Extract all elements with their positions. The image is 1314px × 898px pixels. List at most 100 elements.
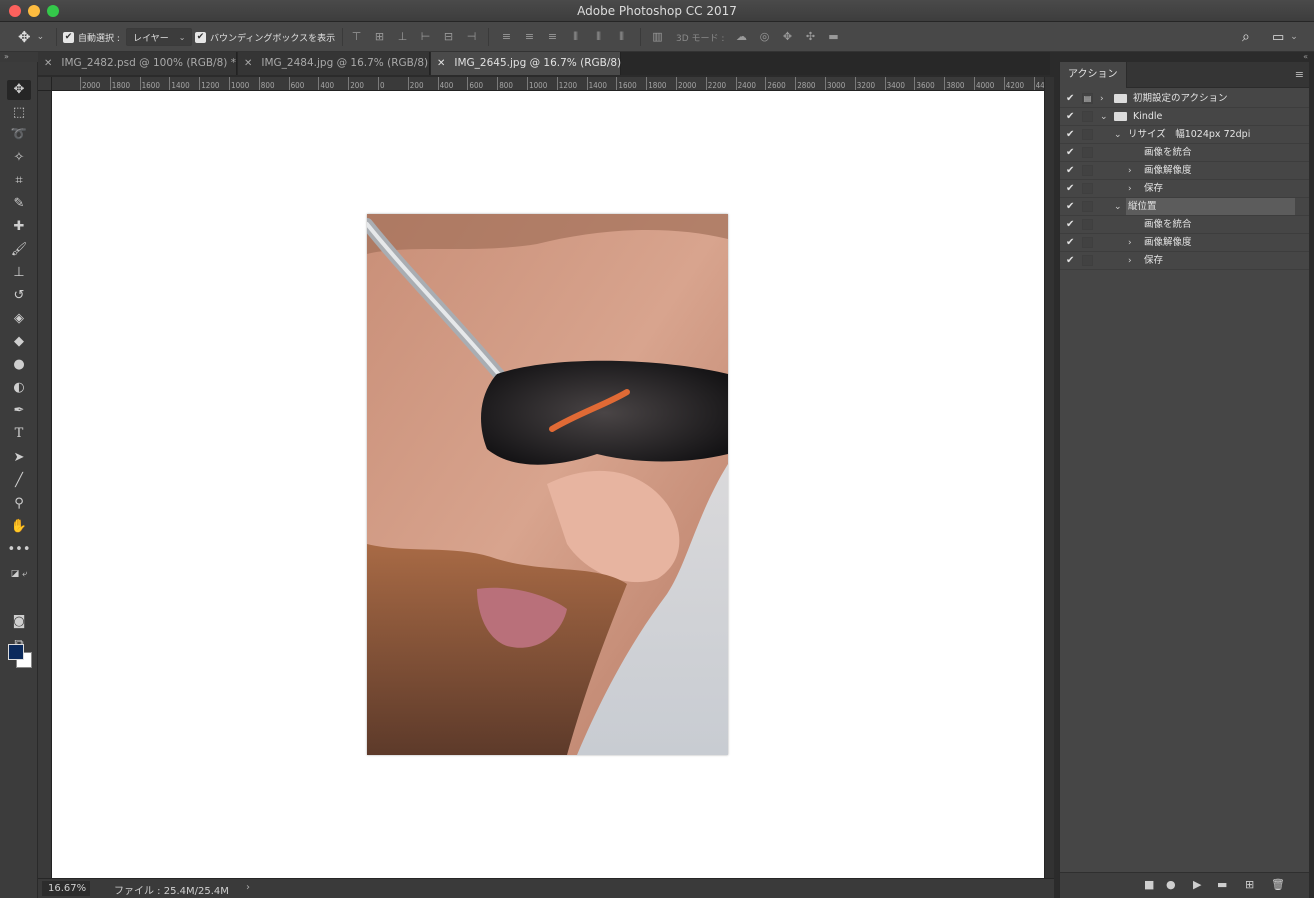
marquee-tool[interactable]: ⬚ [7,103,31,123]
toggle-dialog-box[interactable] [1082,129,1093,140]
toggle-dialog-box[interactable]: ▤ [1082,93,1093,104]
toggle-dialog-box[interactable] [1082,183,1093,194]
hand-tool[interactable]: ✋ [7,517,31,537]
paint-bucket-tool[interactable]: ◆ [7,332,31,352]
close-tab-icon[interactable]: ✕ [437,58,445,69]
chevron-right-icon[interactable]: › [1128,255,1132,267]
stop-icon[interactable]: ■ [1144,879,1154,891]
chevron-right-icon[interactable]: › [1100,93,1104,105]
3d-roll-icon[interactable]: ◎ [753,30,776,44]
action-row[interactable]: ✔ ▤ › 初期設定のアクション [1060,90,1310,108]
healing-brush-tool[interactable]: ✚ [7,217,31,237]
chevron-right-icon[interactable]: › [1128,183,1132,195]
align-top-icon[interactable]: ⊤ [345,30,368,44]
toggle-dialog-box[interactable] [1082,237,1093,248]
document-canvas[interactable] [52,91,1044,878]
record-icon[interactable]: ● [1166,879,1176,891]
ruler-origin[interactable] [38,77,52,91]
blur-tool[interactable]: ● [7,355,31,375]
toggle-item-checkbox[interactable]: ✔ [1066,147,1076,159]
auto-align-icon[interactable]: ▥ [646,30,669,44]
action-row[interactable]: ✔ ⌄ リサイズ 幅1024px 72dpi [1060,126,1310,144]
distribute-bottom-icon[interactable]: ≡ [541,30,564,44]
chevron-down-icon[interactable]: ⌄ [1114,201,1122,213]
tab-img-2484[interactable]: ✕ IMG_2484.jpg @ 16.7% (RGB/8) [238,52,430,75]
panel-menu-icon[interactable]: ≡ [1295,68,1304,81]
action-row[interactable]: ✔ ⌄ 縦位置 [1060,198,1310,216]
path-selection-tool[interactable]: ➤ [7,448,31,468]
crop-tool[interactable]: ⌗ [7,171,31,191]
3d-slide-icon[interactable]: ✣ [799,30,822,44]
distribute-left-icon[interactable]: ⦀ [564,30,587,44]
stamp-tool[interactable]: ⊥ [7,263,31,283]
align-horizontal-center-icon[interactable]: ⊟ [437,30,460,44]
toggle-dialog-box[interactable] [1082,165,1093,176]
action-row[interactable]: ✔ › 画像解像度 [1060,234,1310,252]
chevron-right-icon[interactable]: › [1128,165,1132,177]
toggle-dialog-box[interactable] [1082,201,1093,212]
search-icon[interactable]: ⌕ [1242,29,1250,45]
toggle-dialog-box[interactable] [1082,147,1093,158]
close-tab-icon[interactable]: ✕ [44,58,52,69]
3d-orbit-icon[interactable]: ☁ [730,30,753,44]
default-colors-button[interactable]: ◪ ⤶ [4,564,34,584]
action-row[interactable]: ✔ 画像を統合 [1060,216,1310,234]
3d-scale-icon[interactable]: ▬ [822,30,845,44]
toggle-item-checkbox[interactable]: ✔ [1066,201,1076,213]
eraser-tool[interactable]: ◈ [7,309,31,329]
action-row[interactable]: ✔ 画像を統合 [1060,144,1310,162]
toggle-dialog-box[interactable] [1082,219,1093,230]
chevron-down-icon[interactable]: ⌄ [1100,111,1108,123]
pen-tool[interactable]: ✒ [7,401,31,421]
chevron-down-icon[interactable]: ⌄ [1114,129,1122,141]
distribute-hcenter-icon[interactable]: ⦀ [587,30,610,44]
magic-wand-tool[interactable]: ✧ [7,148,31,168]
eyedropper-tool[interactable]: ✎ [7,194,31,214]
action-row[interactable]: ✔ ⌄ Kindle [1060,108,1310,126]
brush-tool[interactable]: 🖌 [7,240,31,260]
tab-img-2645[interactable]: ✕ IMG_2645.jpg @ 16.7% (RGB/8) [431,52,621,75]
3d-pan-icon[interactable]: ✥ [776,30,799,44]
zoom-tool[interactable]: ⚲ [7,494,31,514]
vertical-scrollbar[interactable] [1044,77,1054,878]
vertical-ruler[interactable] [38,91,52,878]
auto-select-checkbox[interactable]: ✔ [63,31,74,43]
dodge-tool[interactable]: ◐ [7,378,31,398]
horizontal-ruler[interactable]: 2000 1800 1600 1400 1200 1000 800 600 400 200 0 200… [52,77,1044,91]
tab-img-2482[interactable]: ✕ IMG_2482.psd @ 100% (RGB/8) * [38,52,237,75]
play-icon[interactable]: ▶ [1193,879,1201,891]
zoom-level-field[interactable]: 16.67% [42,881,90,896]
close-tab-icon[interactable]: ✕ [244,58,252,69]
toggle-item-checkbox[interactable]: ✔ [1066,237,1076,249]
align-bottom-icon[interactable]: ⊥ [391,30,414,44]
toggle-item-checkbox[interactable]: ✔ [1066,219,1076,231]
type-tool[interactable]: T [7,424,31,444]
new-set-icon[interactable]: ▬ [1217,879,1227,891]
tab-actions[interactable]: アクション [1060,62,1127,88]
foreground-color-swatch[interactable] [8,644,24,660]
toggle-dialog-box[interactable] [1082,111,1093,122]
align-left-icon[interactable]: ⊢ [414,30,437,44]
toggle-item-checkbox[interactable]: ✔ [1066,93,1076,105]
action-row[interactable]: ✔ › 画像解像度 [1060,162,1310,180]
toggle-item-checkbox[interactable]: ✔ [1066,255,1076,267]
workspace-icon[interactable]: ▭ [1272,30,1284,45]
panel-collapse-handle[interactable]: « [1059,52,1314,62]
action-row[interactable]: ✔ › 保存 [1060,252,1310,270]
toggle-item-checkbox[interactable]: ✔ [1066,183,1076,195]
distribute-vcenter-icon[interactable]: ≡ [518,30,541,44]
chevron-right-icon[interactable]: › [1128,237,1132,249]
move-tool[interactable]: ✥ [7,80,31,100]
toggle-dialog-box[interactable] [1082,255,1093,266]
trash-icon[interactable]: 🗑 [1271,879,1285,891]
distribute-right-icon[interactable]: ⦀ [610,30,633,44]
distribute-top-icon[interactable]: ≡ [495,30,518,44]
new-action-icon[interactable]: ⊞ [1245,879,1254,891]
status-menu-arrow[interactable]: › [246,882,250,893]
toggle-item-checkbox[interactable]: ✔ [1066,129,1076,141]
lasso-tool[interactable]: ➰ [7,125,31,145]
history-brush-tool[interactable]: ↺ [7,286,31,306]
action-row[interactable]: ✔ › 保存 [1060,180,1310,198]
more-tools[interactable]: ••• [7,540,31,560]
auto-select-dropdown[interactable]: レイヤー ⌄ [126,28,193,46]
